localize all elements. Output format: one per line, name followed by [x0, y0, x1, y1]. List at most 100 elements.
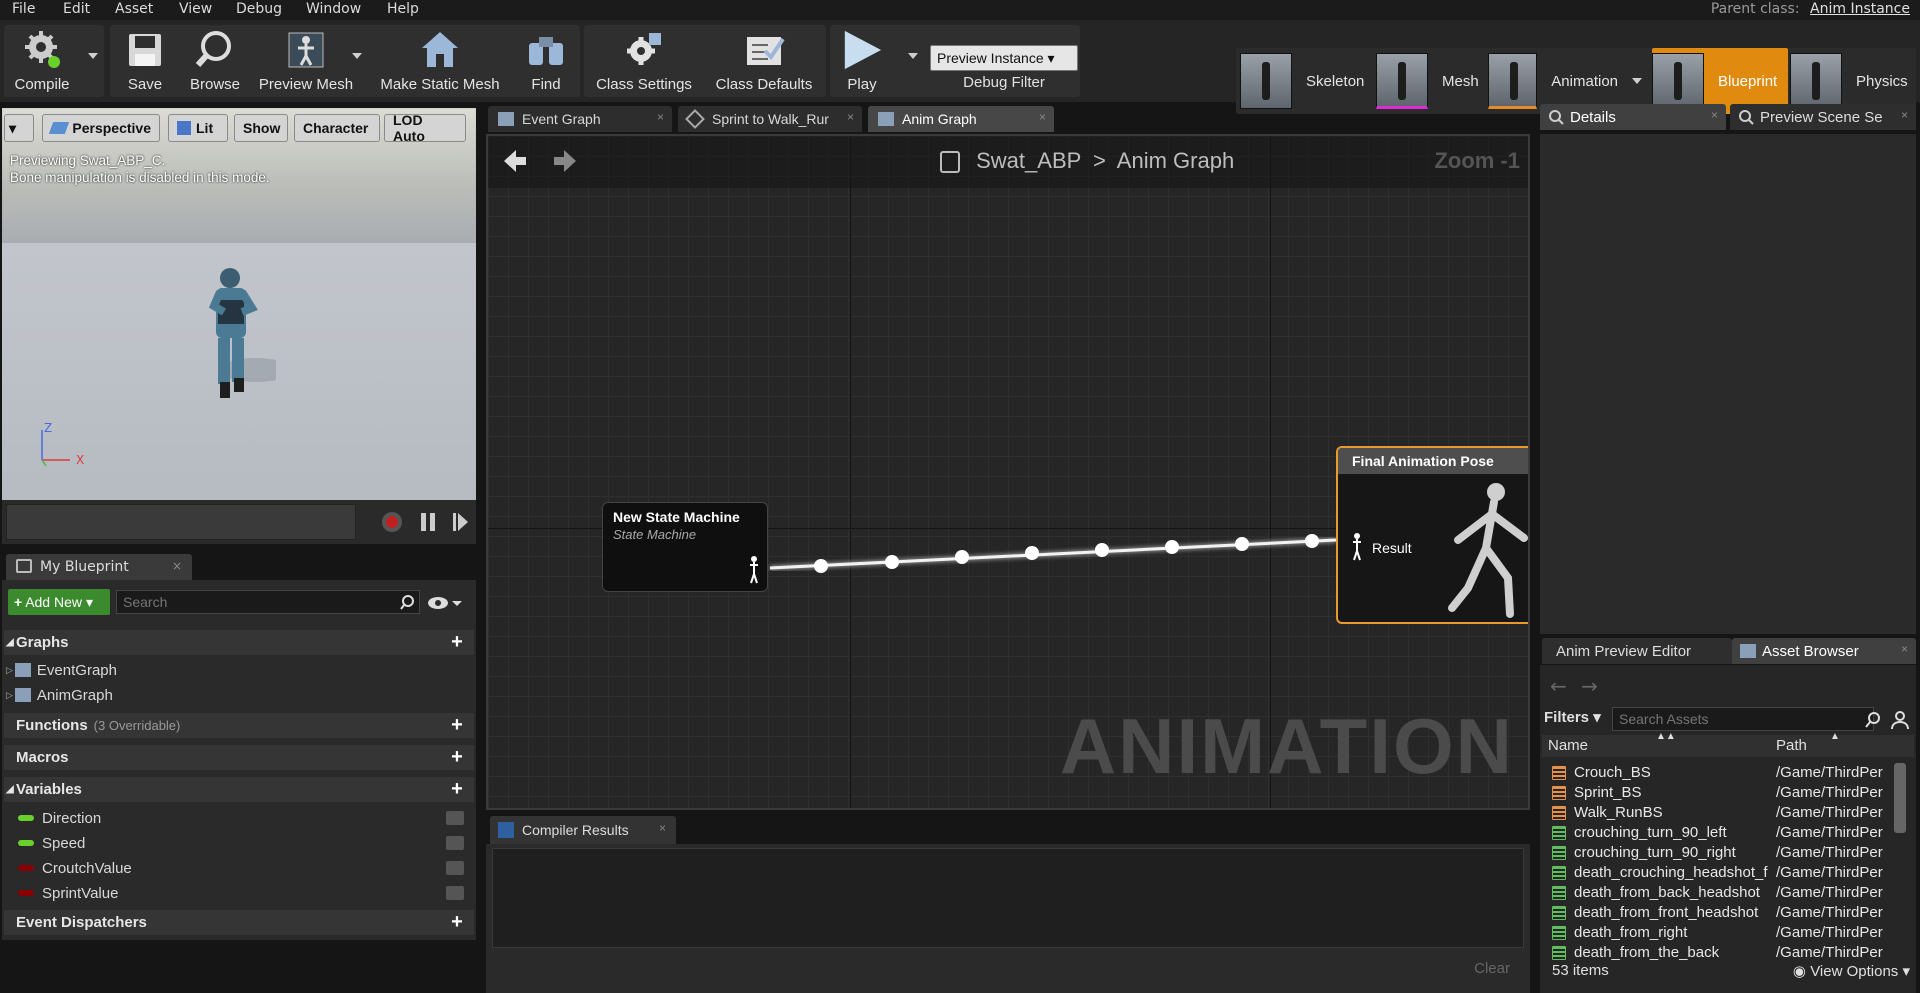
make-static-mesh-button[interactable]: Make Static Mesh [372, 25, 508, 97]
add-dispatcher-plus-icon[interactable]: + [448, 912, 466, 932]
visibility-toggle-icon[interactable] [446, 886, 464, 900]
asset-row[interactable]: death_from_back_headshot/Game/ThirdPer [1548, 883, 1894, 903]
close-icon[interactable]: × [172, 559, 182, 573]
user-icon[interactable] [1890, 710, 1910, 730]
visibility-eye-icon[interactable] [426, 594, 466, 612]
close-icon[interactable]: × [659, 821, 666, 835]
column-name-header[interactable]: Name [1548, 737, 1588, 754]
compile-options-chevron-down-icon[interactable] [88, 53, 98, 59]
close-icon[interactable]: × [847, 110, 854, 124]
mannequin-figure-icon [1448, 483, 1528, 618]
class-settings-button[interactable]: Class Settings [584, 25, 704, 97]
variable-item[interactable]: CroutchValue [4, 856, 474, 880]
add-variable-plus-icon[interactable]: + [448, 779, 466, 799]
browse-button[interactable]: Browse [178, 25, 252, 97]
tab-compiler-results[interactable]: Compiler Results × [490, 816, 676, 844]
menu-debug[interactable]: Debug [236, 1, 282, 17]
animation-mode-chevron-down-icon[interactable] [1632, 78, 1642, 84]
filters-button[interactable]: Filters ▾ [1544, 708, 1601, 726]
column-path-header[interactable]: Path [1776, 737, 1807, 754]
tab-sprint-to-walk[interactable]: Sprint to Walk_Rur × [678, 106, 862, 132]
play-options-chevron-down-icon[interactable] [908, 53, 918, 59]
menu-edit[interactable]: Edit [63, 1, 90, 17]
macros-section-header[interactable]: Macros + [4, 745, 474, 770]
close-icon[interactable]: × [1901, 108, 1908, 122]
view-options-button[interactable]: ◉ View Options ▾ [1793, 962, 1910, 980]
close-icon[interactable]: × [1901, 642, 1908, 656]
timeline-scrubber[interactable] [6, 504, 356, 540]
lod-button[interactable]: LOD Auto [384, 112, 466, 144]
character-button[interactable]: Character [294, 114, 380, 142]
blueprint-search-input[interactable] [116, 590, 420, 614]
visibility-toggle-icon[interactable] [446, 861, 464, 875]
preview-mesh-button[interactable]: Preview Mesh [250, 25, 362, 97]
asset-search-input[interactable] [1612, 707, 1874, 731]
step-forward-icon[interactable] [450, 510, 470, 534]
variable-item[interactable]: Speed [4, 831, 474, 855]
pause-icon[interactable] [418, 510, 438, 534]
close-icon[interactable]: × [1039, 110, 1046, 124]
asset-row[interactable]: death_from_right/Game/ThirdPer [1548, 923, 1894, 943]
show-button[interactable]: Show [234, 114, 288, 142]
compile-button[interactable]: Compile [4, 25, 80, 97]
class-defaults-button[interactable]: Class Defaults [704, 25, 824, 97]
menu-file[interactable]: File [12, 1, 35, 17]
anim-graph-canvas[interactable]: Swat_ABP > Anim Graph Zoom -1 New State … [486, 134, 1530, 810]
perspective-button[interactable]: Perspective [42, 114, 160, 142]
menu-help[interactable]: Help [387, 1, 419, 17]
event-dispatchers-section-header[interactable]: Event Dispatchers + [4, 910, 474, 935]
asset-row[interactable]: death_from_front_headshot/Game/ThirdPer [1548, 903, 1894, 923]
menu-window[interactable]: Window [306, 1, 361, 17]
add-macro-plus-icon[interactable]: + [448, 747, 466, 767]
asset-row[interactable]: crouching_turn_90_left/Game/ThirdPer [1548, 823, 1894, 843]
tab-event-graph[interactable]: Event Graph × [488, 106, 672, 132]
character-label: Character [303, 120, 369, 136]
visibility-toggle-icon[interactable] [446, 836, 464, 850]
add-function-plus-icon[interactable]: + [448, 715, 466, 735]
add-graph-plus-icon[interactable]: + [448, 632, 466, 652]
back-arrow-icon[interactable]: ← [1550, 674, 1567, 698]
viewport-options-button[interactable]: ▾ [4, 114, 34, 142]
preview-instance-dropdown[interactable]: Preview Instance ▾ [930, 45, 1078, 71]
asset-row[interactable]: Walk_RunBS/Game/ThirdPer [1548, 803, 1894, 823]
tab-my-blueprint[interactable]: My Blueprint × [6, 554, 192, 580]
parent-class-link[interactable]: Anim Instance [1810, 1, 1910, 17]
lit-button[interactable]: Lit [168, 114, 228, 142]
save-button[interactable]: Save [110, 25, 180, 97]
play-button[interactable]: Play [830, 25, 894, 97]
state-machine-node[interactable]: New State Machine State Machine [602, 502, 768, 592]
asset-row[interactable]: death_from_the_back/Game/ThirdPer [1548, 943, 1894, 963]
graph-item-eventgraph[interactable]: ▷ EventGraph [4, 658, 474, 682]
record-icon[interactable] [380, 510, 404, 534]
variables-section-header[interactable]: ◢ Variables + [4, 777, 474, 802]
graph-item-animgraph[interactable]: ▷ AnimGraph [4, 683, 474, 707]
pose-input-pin-icon[interactable] [1350, 532, 1364, 562]
menu-asset[interactable]: Asset [115, 1, 153, 17]
visibility-toggle-icon[interactable] [446, 811, 464, 825]
tab-anim-preview-editor[interactable]: Anim Preview Editor [1542, 638, 1732, 664]
find-button[interactable]: Find [512, 25, 580, 97]
add-new-label: Add New [25, 594, 82, 610]
preview-mesh-chevron-down-icon[interactable] [352, 53, 362, 59]
functions-section-header[interactable]: Functions (3 Overridable) + [4, 713, 474, 738]
tab-details[interactable]: Details × [1540, 104, 1726, 130]
tab-asset-browser[interactable]: Asset Browser × [1732, 638, 1916, 664]
asset-row[interactable]: Crouch_BS/Game/ThirdPer [1548, 763, 1894, 783]
close-icon[interactable]: × [657, 110, 664, 124]
variable-item[interactable]: Direction [4, 806, 474, 830]
final-animation-pose-node[interactable]: Final Animation Pose Result [1336, 446, 1528, 624]
asset-list-scrollbar[interactable] [1894, 763, 1906, 833]
asset-row[interactable]: crouching_turn_90_right/Game/ThirdPer [1548, 843, 1894, 863]
forward-arrow-icon[interactable]: → [1581, 674, 1598, 698]
add-new-button[interactable]: + Add New ▾ [8, 589, 110, 615]
clear-button[interactable]: Clear [1474, 960, 1510, 977]
asset-row[interactable]: Sprint_BS/Game/ThirdPer [1548, 783, 1894, 803]
close-icon[interactable]: × [1711, 108, 1718, 122]
tab-anim-graph[interactable]: Anim Graph × [868, 106, 1054, 132]
menu-view[interactable]: View [179, 1, 212, 17]
pose-output-pin-icon[interactable] [747, 555, 761, 585]
graphs-section-header[interactable]: ◢ Graphs + [4, 630, 474, 655]
variable-item[interactable]: SprintValue [4, 881, 474, 905]
asset-row[interactable]: death_crouching_headshot_f/Game/ThirdPer [1548, 863, 1894, 883]
tab-preview-scene-settings[interactable]: Preview Scene Se × [1730, 104, 1916, 130]
